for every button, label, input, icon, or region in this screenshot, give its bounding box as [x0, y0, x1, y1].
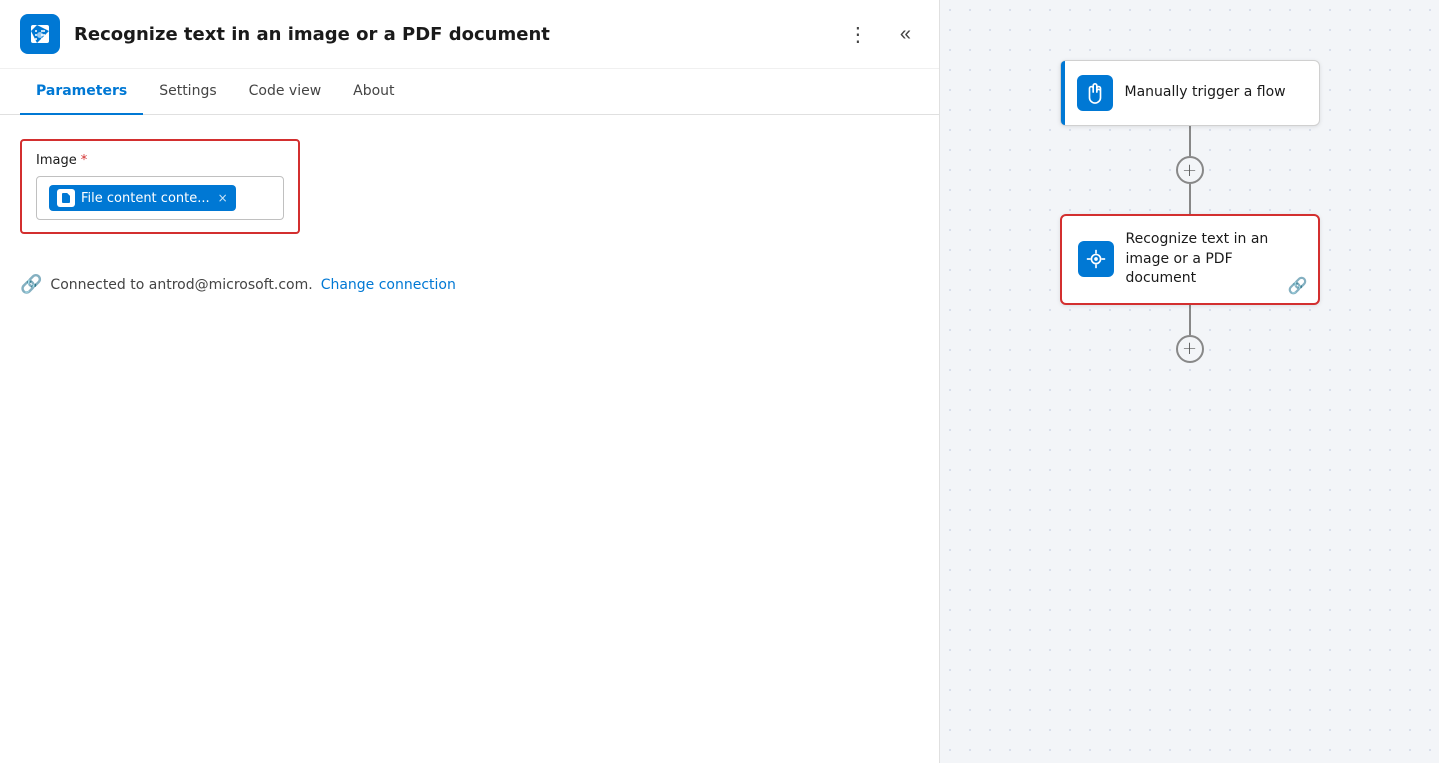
collapse-icon: « — [900, 23, 911, 46]
connection-row: 🔗 Connected to antrod@microsoft.com. Cha… — [20, 274, 919, 295]
left-panel: Recognize text in an image or a PDF docu… — [0, 0, 940, 763]
app-logo — [20, 14, 60, 54]
recognize-node-icon — [1078, 241, 1114, 277]
trigger-node[interactable]: Manually trigger a flow — [1060, 60, 1320, 126]
tab-parameters[interactable]: Parameters — [20, 69, 143, 115]
image-field-label: Image * — [36, 153, 284, 168]
tab-code-view[interactable]: Code view — [233, 69, 338, 115]
add-step-button-1[interactable]: + — [1176, 156, 1204, 184]
flow-canvas: Manually trigger a flow + R — [1060, 60, 1320, 363]
more-options-button[interactable]: ⋮ — [840, 18, 876, 51]
header-actions: ⋮ « — [840, 18, 919, 51]
node-link-icon: 🔗 — [1288, 276, 1308, 295]
tab-about[interactable]: About — [337, 69, 410, 115]
trigger-node-icon — [1077, 75, 1113, 111]
change-connection-link[interactable]: Change connection — [321, 277, 456, 293]
file-icon — [60, 192, 72, 204]
image-input[interactable]: File content conte... × — [36, 176, 284, 220]
collapse-button[interactable]: « — [892, 19, 919, 50]
trigger-icon — [1084, 82, 1106, 104]
panel-content: Image * File content conte... × — [0, 115, 939, 763]
panel-header: Recognize text in an image or a PDF docu… — [0, 0, 939, 69]
connection-icon: 🔗 — [20, 274, 42, 295]
tabs-bar: Parameters Settings Code view About — [0, 69, 939, 115]
image-field-section: Image * File content conte... × — [20, 139, 300, 234]
trigger-node-label: Manually trigger a flow — [1125, 83, 1286, 103]
add-step-button-2[interactable]: + — [1176, 335, 1204, 363]
recognize-node[interactable]: Recognize text in an image or a PDF docu… — [1060, 214, 1320, 305]
token-close-button[interactable]: × — [218, 191, 228, 205]
connector-line-3 — [1189, 305, 1191, 335]
panel-title: Recognize text in an image or a PDF docu… — [74, 24, 826, 45]
node-left-bar — [1061, 61, 1065, 125]
token-icon — [57, 189, 75, 207]
recognize-icon — [1085, 248, 1107, 270]
file-content-token[interactable]: File content conte... × — [49, 185, 236, 211]
flow-canvas-panel: Manually trigger a flow + R — [940, 0, 1439, 763]
connector-line-2 — [1189, 184, 1191, 214]
connection-text: Connected to antrod@microsoft.com. — [50, 277, 312, 293]
recognize-node-label: Recognize text in an image or a PDF docu… — [1126, 230, 1302, 289]
logo-icon — [28, 22, 52, 46]
more-icon: ⋮ — [848, 22, 868, 47]
connector-line-1 — [1189, 126, 1191, 156]
required-marker: * — [81, 153, 88, 168]
tab-settings[interactable]: Settings — [143, 69, 232, 115]
